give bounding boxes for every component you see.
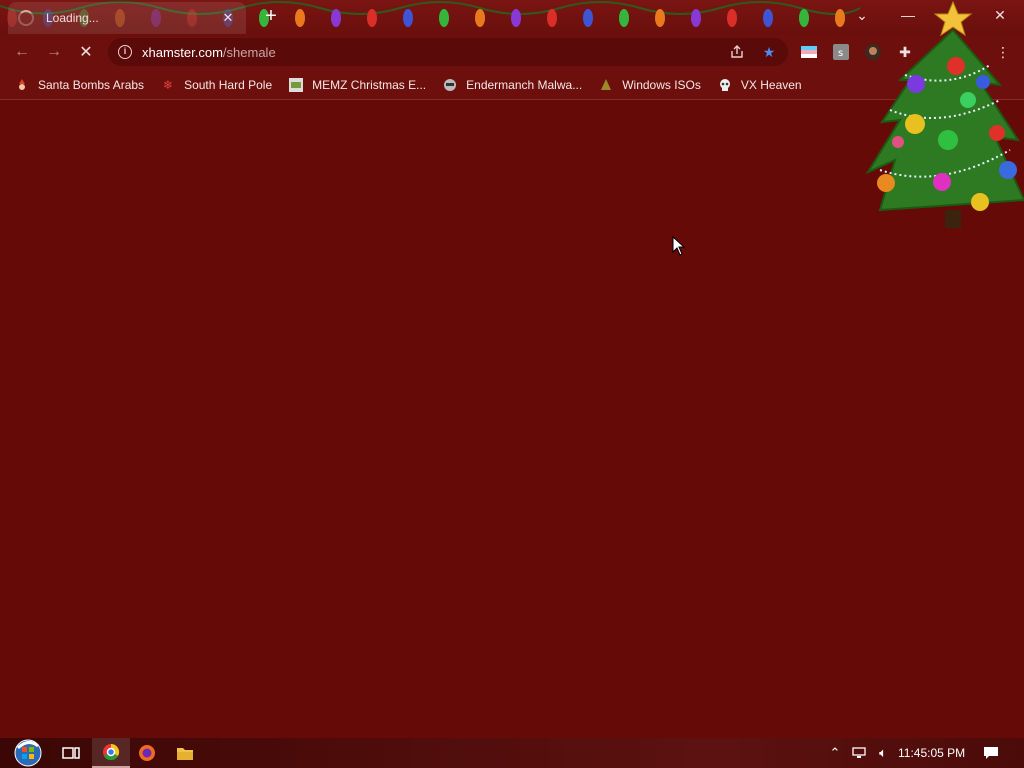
page-icon — [288, 77, 304, 93]
new-tab-button[interactable]: + — [260, 6, 282, 28]
light-bulb — [727, 9, 737, 27]
bookmark-label: Endermanch Malwa... — [466, 77, 583, 92]
christmas-tree-decoration — [865, 0, 1024, 228]
tab-close-icon[interactable]: ✕ — [220, 10, 236, 26]
taskbar-file-explorer-icon[interactable] — [166, 738, 204, 768]
bookmark-item[interactable]: MEMZ Christmas E... — [288, 77, 426, 93]
snowflake-icon: ❄ — [163, 77, 174, 92]
light-bulb — [331, 9, 341, 27]
light-bulb — [655, 9, 665, 27]
extension-s-icon[interactable]: s — [832, 43, 850, 61]
santa-icon — [14, 77, 30, 93]
bookmark-item[interactable]: ❄ South Hard Pole — [160, 77, 272, 93]
tab-loading[interactable]: Loading... ✕ — [8, 2, 246, 34]
light-bulb — [439, 9, 449, 27]
url-host: xhamster.com — [142, 44, 223, 60]
bookmark-label: Santa Bombs Arabs — [38, 77, 145, 92]
bookmark-label: South Hard Pole — [184, 77, 273, 92]
task-view-icon[interactable] — [52, 738, 90, 768]
start-button[interactable] — [8, 738, 48, 768]
forward-button[interactable]: → — [42, 40, 66, 64]
mouse-cursor-icon — [672, 236, 686, 256]
action-center-icon[interactable] — [980, 738, 1002, 768]
url-path: /shemale — [222, 44, 276, 60]
bookmark-label: Windows ISOs — [622, 77, 701, 92]
extension-flag-icon[interactable] — [800, 43, 818, 61]
light-bulb — [367, 9, 377, 27]
light-bulb — [619, 9, 629, 27]
share-icon[interactable] — [728, 43, 746, 61]
taskbar-chrome-icon[interactable] — [92, 738, 130, 768]
skull-icon — [717, 77, 733, 93]
light-bulb — [691, 9, 701, 27]
network-icon[interactable] — [848, 738, 870, 768]
svg-text:s: s — [838, 48, 843, 59]
back-button[interactable]: ← — [10, 40, 34, 64]
light-bulb — [799, 9, 809, 27]
taskbar-clock[interactable]: 11:45:05 PM — [898, 738, 965, 768]
tab-title: Loading... — [46, 11, 99, 25]
light-bulb — [547, 9, 557, 27]
address-bar[interactable]: i xhamster.com /shemale — [108, 38, 788, 66]
light-bulb — [295, 9, 305, 27]
bookmark-item[interactable]: Endermanch Malwa... — [442, 77, 582, 93]
light-bulb — [475, 9, 485, 27]
light-bulb — [511, 9, 521, 27]
light-bulb — [583, 9, 593, 27]
tree-icon — [598, 77, 614, 93]
loading-spinner-icon — [18, 10, 34, 26]
bookmark-item[interactable]: Santa Bombs Arabs — [14, 77, 144, 93]
bookmark-label: VX Heaven — [740, 77, 802, 92]
taskbar-firefox-icon[interactable] — [128, 738, 166, 768]
bookmark-item[interactable]: Windows ISOs — [598, 77, 701, 93]
light-bulb — [403, 9, 413, 27]
volume-icon[interactable]: 🔈︎ — [872, 738, 894, 768]
raccoon-icon — [442, 77, 458, 93]
site-info-icon[interactable]: i — [118, 45, 132, 59]
bookmark-item[interactable]: VX Heaven — [717, 77, 802, 93]
bookmark-label: MEMZ Christmas E... — [312, 77, 427, 92]
light-bulb — [763, 9, 773, 27]
taskbar: ⌃ 🔈︎ 11:45:05 PM — [0, 738, 1024, 768]
tray-chevron-up-icon[interactable]: ⌃ — [824, 738, 846, 768]
bookmark-star-icon[interactable]: ★ — [760, 43, 778, 61]
stop-loading-button[interactable]: ✕ — [74, 40, 98, 64]
